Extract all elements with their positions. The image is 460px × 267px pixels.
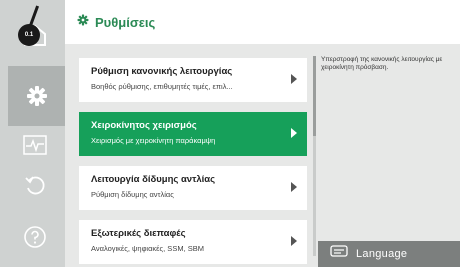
menu-item-subtitle: Χειρισμός με χειροκίνητη παράκαμψη <box>91 136 216 145</box>
nav-diagnostics[interactable] <box>17 130 53 160</box>
chevron-right-icon <box>291 74 297 84</box>
pointer-marker: 0.1 <box>18 24 40 46</box>
pulse-icon <box>23 135 47 155</box>
nav-help[interactable] <box>17 222 53 252</box>
page-header: Ρυθμίσεις <box>65 0 460 44</box>
question-icon <box>23 225 47 249</box>
scrollbar-thumb[interactable] <box>313 56 316 136</box>
menu-item-title: Λειτουργία δίδυμης αντλίας <box>91 174 216 185</box>
pointer-label: 0.1 <box>24 32 34 38</box>
help-text: Υπερστροφή της κανονικής λειτουργίας με … <box>321 56 443 71</box>
chevron-right-icon <box>291 182 297 192</box>
chevron-right-icon <box>291 236 297 246</box>
gear-icon <box>77 13 89 31</box>
chevron-right-icon <box>291 128 297 138</box>
settings-menu: Ρύθμιση κανονικής λειτουργίας Βοηθός ρύθ… <box>79 58 307 267</box>
screen: 0.1 Ρυθμίσεις Ρύθμιση κανονικής λειτουργ… <box>0 0 460 267</box>
page-title: Ρυθμίσεις <box>95 14 156 30</box>
language-label: Language <box>356 248 408 260</box>
nav-settings[interactable] <box>8 66 65 126</box>
menu-item-subtitle: Ρύθμιση δίδυμης αντλίας <box>91 190 174 199</box>
menu-item-subtitle: Αναλογικές, ψηφιακές, SSM, SBM <box>91 244 204 253</box>
nav-restore[interactable] <box>17 170 53 200</box>
gear-icon <box>26 85 48 107</box>
chat-bubble-icon <box>330 244 348 264</box>
menu-item-normal-operation[interactable]: Ρύθμιση κανονικής λειτουργίας Βοηθός ρύθ… <box>79 58 307 102</box>
content-area: Ρύθμιση κανονικής λειτουργίας Βοηθός ρύθ… <box>65 44 460 267</box>
language-button[interactable]: Language <box>318 241 460 267</box>
menu-item-title: Ρύθμιση κανονικής λειτουργίας <box>91 66 233 77</box>
menu-item-twin-pump[interactable]: Λειτουργία δίδυμης αντλίας Ρύθμιση δίδυμ… <box>79 166 307 210</box>
menu-item-subtitle: Βοηθός ρύθμισης, επιθυμητές τιμές, επιλ.… <box>91 82 233 91</box>
menu-item-manual-control[interactable]: Χειροκίνητος χειρισμός Χειρισμός με χειρ… <box>79 112 307 156</box>
nav-rail: 0.1 <box>0 0 65 267</box>
undo-icon <box>24 174 46 196</box>
menu-item-title: Εξωτερικές διεπαφές <box>91 228 186 239</box>
scrollbar[interactable] <box>313 56 316 256</box>
menu-item-title: Χειροκίνητος χειρισμός <box>91 120 197 131</box>
menu-item-external-interfaces[interactable]: Εξωτερικές διεπαφές Αναλογικές, ψηφιακές… <box>79 220 307 264</box>
